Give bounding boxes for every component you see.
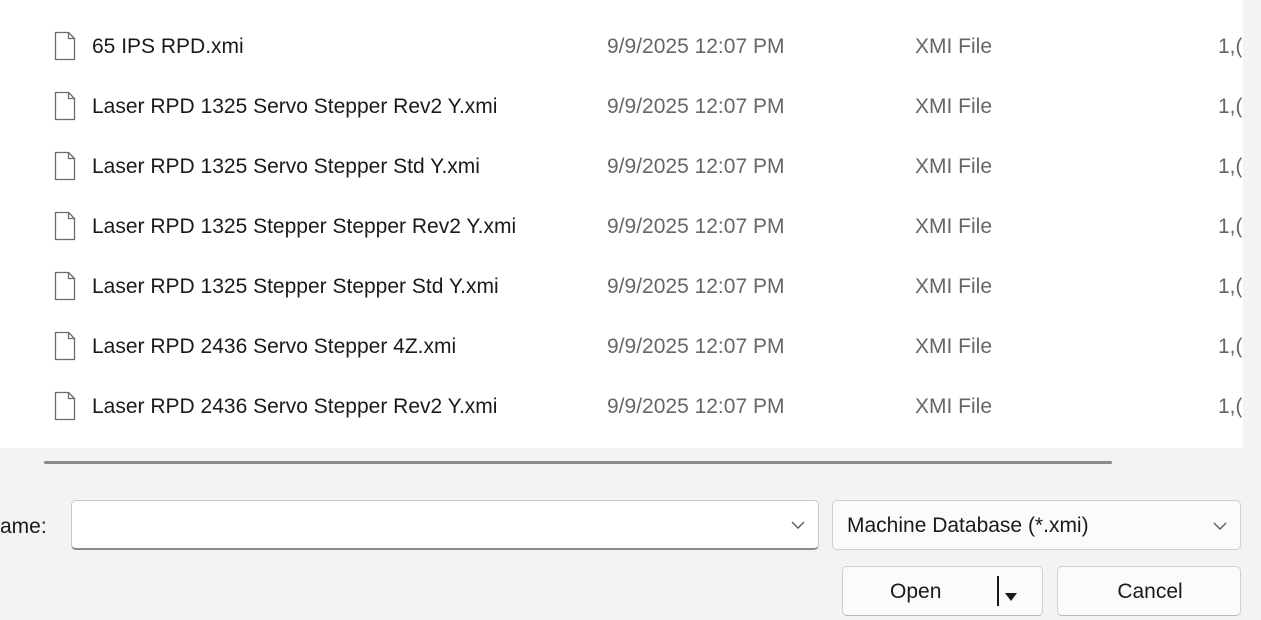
file-size: 1,( (1218, 395, 1242, 418)
file-size: 1,( (1218, 275, 1242, 298)
file-type: XMI File (915, 275, 993, 298)
file-size: 1,( (1218, 35, 1242, 58)
file-name: Laser RPD 1325 Servo Stepper Rev2 Y.xmi (92, 95, 498, 118)
file-type: XMI File (915, 395, 993, 418)
file-name: 65 IPS RPD.xmi (92, 35, 244, 58)
file-type: XMI File (915, 95, 993, 118)
file-row[interactable]: Laser RPD 2436 Servo Stepper Rev2 Y.xmi 9… (0, 378, 1243, 434)
open-button[interactable]: Open (842, 566, 1043, 616)
file-row[interactable]: Laser RPD 1325 Servo Stepper Rev2 Y.xmi 9… (0, 78, 1243, 134)
file-name: Laser RPD 1325 Stepper Stepper Rev2 Y.xm… (92, 215, 517, 238)
file-icon (53, 151, 77, 181)
open-button-label: Open (890, 580, 942, 603)
file-type-select[interactable]: Machine Database (*.xmi) (832, 500, 1241, 550)
file-type-value: Machine Database (*.xmi) (847, 514, 1089, 537)
file-type: XMI File (915, 155, 993, 178)
file-date-modified: 9/9/2025 12:07 PM (607, 155, 785, 178)
file-type: XMI File (915, 335, 993, 358)
file-size: 1,( (1218, 335, 1242, 358)
file-icon (53, 91, 77, 121)
file-name: Laser RPD 2436 Servo Stepper Rev2 Y.xmi (92, 395, 498, 418)
file-row[interactable]: Laser RPD 1325 Stepper Stepper Rev2 Y.xm… (0, 198, 1243, 254)
split-divider (997, 576, 999, 606)
file-date-modified: 9/9/2025 12:07 PM (607, 215, 785, 238)
file-list: 65 IPS RPD.xmi 9/9/2025 12:07 PM XMI File 1… (0, 0, 1243, 448)
file-name: Laser RPD 1325 Servo Stepper Std Y.xmi (92, 155, 480, 178)
file-row[interactable]: 65 IPS RPD.xmi 9/9/2025 12:07 PM XMI File 1… (0, 18, 1243, 74)
file-icon (53, 271, 77, 301)
file-row[interactable]: Laser RPD 1325 Stepper Stepper Std Y.xmi… (0, 258, 1243, 314)
file-icon (53, 211, 77, 241)
horizontal-scrollbar-thumb[interactable] (44, 461, 1112, 464)
file-date-modified: 9/9/2025 12:07 PM (607, 95, 785, 118)
file-type: XMI File (915, 215, 993, 238)
file-type: XMI File (915, 35, 993, 58)
file-date-modified: 9/9/2025 12:07 PM (607, 395, 785, 418)
file-row[interactable]: Laser RPD 2436 Servo Stepper 4Z.xmi 9/9/2… (0, 318, 1243, 374)
file-name-input[interactable] (80, 507, 770, 543)
cancel-button-label: Cancel (1117, 580, 1183, 603)
file-icon (53, 331, 77, 361)
file-date-modified: 9/9/2025 12:07 PM (607, 335, 785, 358)
file-name: Laser RPD 1325 Stepper Stepper Std Y.xmi (92, 275, 499, 298)
cancel-button[interactable]: Cancel (1057, 566, 1241, 616)
file-row[interactable]: Laser RPD 1325 Servo Stepper Std Y.xmi 9/… (0, 138, 1243, 194)
horizontal-scrollbar[interactable] (0, 448, 1243, 478)
file-name: Laser RPD 2436 Servo Stepper 4Z.xmi (92, 335, 457, 358)
file-size: 1,( (1218, 155, 1242, 178)
file-icon (53, 31, 77, 61)
chevron-down-icon (1212, 519, 1228, 531)
caret-down-icon[interactable] (1003, 585, 1019, 601)
file-icon (53, 391, 77, 421)
chevron-down-icon[interactable] (790, 518, 806, 530)
file-name-combobox[interactable] (71, 500, 819, 550)
file-size: 1,( (1218, 95, 1242, 118)
file-name-label: ame: (0, 515, 47, 538)
file-size: 1,( (1218, 215, 1242, 238)
file-date-modified: 9/9/2025 12:07 PM (607, 35, 785, 58)
file-date-modified: 9/9/2025 12:07 PM (607, 275, 785, 298)
